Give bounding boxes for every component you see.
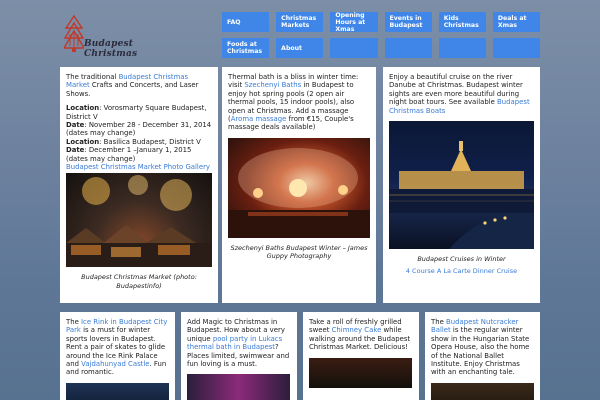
- market-photo-illustration: [66, 175, 212, 268]
- main-nav: FAQ Christmas Markets Opening Hours at X…: [222, 12, 541, 64]
- card-nutcracker-ballet: The Budapest Nutcracker Ballet is the re…: [425, 312, 540, 400]
- pool-party-photo[interactable]: [187, 374, 290, 400]
- photo-caption: Budapest Cruises in Winter: [417, 255, 506, 264]
- market-details: Location: Vorosmarty Square Budapest, Di…: [66, 104, 212, 171]
- card-text: Take a roll of freshly grilled sweet Chi…: [309, 318, 413, 352]
- value: : December 1 –January 1, 2015 (dates may…: [66, 146, 192, 163]
- label: Location: [66, 137, 100, 146]
- card-danube-cruise: Enjoy a beautiful cruise on the river Da…: [383, 67, 540, 303]
- label: Date: [66, 146, 85, 155]
- nav-empty-3[interactable]: [438, 38, 486, 58]
- nav-events[interactable]: Events in Budapest: [384, 12, 432, 32]
- site-logo[interactable]: Budapest Christmas: [64, 14, 154, 62]
- text: The: [431, 318, 447, 326]
- vajdahunyad-castle-link[interactable]: Vajdahunyad Castle: [81, 360, 149, 368]
- szechenyi-baths-photo[interactable]: [228, 137, 370, 238]
- text: is the regular winter show in the Hungar…: [431, 326, 530, 377]
- value: : Basilica Budapest, District V: [99, 137, 201, 146]
- christmas-tree-icon: [64, 14, 84, 52]
- nav-foods[interactable]: Foods at Christmas: [222, 38, 270, 58]
- card-szechenyi-baths: Thermal bath is a bliss in winter time: …: [222, 67, 376, 303]
- dinner-cruise-link-wrap: 4 Course A La Carte Dinner Cruise: [389, 267, 534, 275]
- logo-line-2: Christmas: [84, 49, 138, 59]
- nav-empty-4[interactable]: [492, 38, 541, 58]
- nav-faq[interactable]: FAQ: [222, 12, 270, 32]
- card-pool-party: Add Magic to Christmas in Budapest. How …: [181, 312, 297, 400]
- nav-kids-christmas[interactable]: Kids Christmas: [438, 12, 486, 32]
- nav-christmas-markets[interactable]: Christmas Markets: [276, 12, 324, 32]
- card-text: The Ice Rink in Budapest City Park is a …: [66, 318, 169, 377]
- aroma-massage-link[interactable]: Aroma massage: [231, 115, 287, 123]
- christmas-market-photo[interactable]: [66, 173, 212, 268]
- card-text: Add Magic to Christmas in Budapest. How …: [187, 318, 291, 368]
- baths-photo-illustration: [228, 147, 370, 238]
- chimney-cake-photo[interactable]: [309, 357, 412, 388]
- nav-row-2: Foods at Christmas About: [222, 38, 541, 58]
- card-text: The Budapest Nutcracker Ballet is the re…: [431, 318, 534, 377]
- text: The: [66, 318, 82, 326]
- szechenyi-baths-link[interactable]: Szechenyi Baths: [244, 81, 301, 89]
- nav-empty-2[interactable]: [384, 38, 432, 58]
- dinner-cruise-link[interactable]: 4 Course A La Carte Dinner Cruise: [406, 267, 517, 275]
- chimney-cake-link[interactable]: Chimney Cake: [332, 326, 382, 334]
- label: Date: [66, 121, 85, 130]
- nav-empty-1[interactable]: [330, 38, 378, 58]
- danube-cruise-photo[interactable]: [389, 121, 534, 250]
- ice-rink-photo[interactable]: [66, 382, 169, 400]
- card-christmas-market: The traditional Budapest Christmas Marke…: [60, 67, 218, 303]
- nutcracker-photo[interactable]: [431, 382, 534, 400]
- value: : November 28 - December 31, 2014 (dates…: [66, 121, 212, 138]
- card-text: The traditional Budapest Christmas Marke…: [66, 73, 212, 98]
- label: Location: [66, 104, 100, 113]
- card-text: Enjoy a beautiful cruise on the river Da…: [389, 73, 534, 115]
- card-text: Thermal bath is a bliss in winter time: …: [228, 73, 370, 132]
- logo-line-1: Budapest: [84, 39, 134, 49]
- card-ice-rink: The Ice Rink in Budapest City Park is a …: [60, 312, 175, 400]
- nav-row-1: FAQ Christmas Markets Opening Hours at X…: [222, 12, 541, 33]
- nav-opening-hours[interactable]: Opening Hours at Xmas: [330, 12, 378, 33]
- nav-deals[interactable]: Deals at Xmas: [492, 12, 541, 32]
- parliament-night-illustration: [389, 141, 534, 250]
- photo-gallery-link[interactable]: Budapest Christmas Market Photo Gallery: [66, 163, 210, 171]
- nav-about[interactable]: About: [276, 38, 324, 58]
- card-chimney-cake: Take a roll of freshly grilled sweet Chi…: [303, 312, 419, 400]
- text: The traditional: [66, 73, 119, 81]
- photo-caption: Szechenyi Baths Budapest Winter – James …: [230, 243, 368, 261]
- photo-caption: Budapest Christmas Market (photo: Budape…: [81, 273, 197, 290]
